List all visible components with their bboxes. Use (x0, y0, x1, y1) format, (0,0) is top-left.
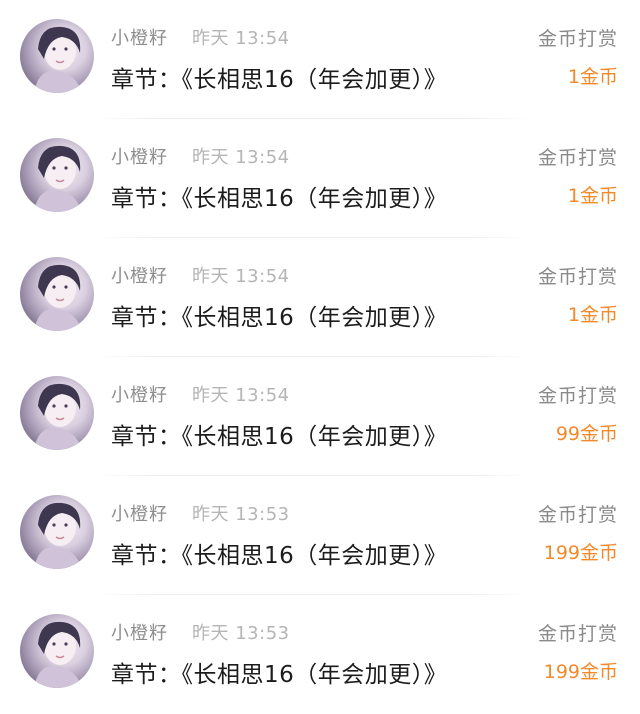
reward-time: 昨天 13:53 (192, 623, 290, 644)
user-avatar[interactable] (20, 614, 94, 688)
avatar-portrait-icon (34, 264, 82, 331)
reward-type: 金币打赏 (537, 147, 618, 169)
reward-type: 金币打赏 (537, 504, 618, 526)
reward-time: 昨天 13:54 (192, 266, 290, 287)
chapter-title: 章节：《长相思16（年会加更）》 (111, 543, 448, 569)
reward-amount: 199金币 (543, 542, 618, 564)
reward-amount: 1金币 (567, 304, 618, 326)
reward-record-row[interactable]: 小橙籽 昨天 13:54 章节：《长相思16（年会加更）》 金币打赏 1金币 (0, 0, 640, 119)
username[interactable]: 小橙籽 (111, 24, 168, 50)
reward-record-row[interactable]: 小橙籽 昨天 13:53 章节：《长相思16（年会加更）》 金币打赏 199金币 (0, 476, 640, 595)
reward-type: 金币打赏 (537, 28, 618, 50)
avatar-portrait-icon (34, 502, 82, 569)
reward-time: 昨天 13:54 (192, 28, 290, 49)
reward-type: 金币打赏 (537, 385, 618, 407)
reward-record-row[interactable]: 小橙籽 昨天 13:53 章节：《长相思16（年会加更）》 金币打赏 199金币 (0, 595, 640, 714)
username[interactable]: 小橙籽 (111, 619, 168, 645)
username[interactable]: 小橙籽 (111, 381, 168, 407)
reward-record-list: 小橙籽 昨天 13:54 章节：《长相思16（年会加更）》 金币打赏 1金币 小… (0, 0, 640, 705)
chapter-title: 章节：《长相思16（年会加更）》 (111, 67, 448, 93)
username[interactable]: 小橙籽 (111, 500, 168, 526)
user-avatar[interactable] (20, 257, 94, 331)
user-avatar[interactable] (20, 138, 94, 212)
reward-record-row[interactable]: 小橙籽 昨天 13:54 章节：《长相思16（年会加更）》 金币打赏 1金币 (0, 119, 640, 238)
username[interactable]: 小橙籽 (111, 262, 168, 288)
reward-record-row[interactable]: 小橙籽 昨天 13:54 章节：《长相思16（年会加更）》 金币打赏 99金币 (0, 357, 640, 476)
reward-record-row[interactable]: 小橙籽 昨天 13:54 章节：《长相思16（年会加更）》 金币打赏 1金币 (0, 238, 640, 357)
chapter-title: 章节：《长相思16（年会加更）》 (111, 662, 448, 688)
chapter-title: 章节：《长相思16（年会加更）》 (111, 424, 448, 450)
reward-time: 昨天 13:54 (192, 385, 290, 406)
reward-type: 金币打赏 (537, 266, 618, 288)
reward-amount: 1金币 (567, 185, 618, 207)
user-avatar[interactable] (20, 19, 94, 93)
reward-time: 昨天 13:53 (192, 504, 290, 525)
avatar-portrait-icon (34, 145, 82, 212)
chapter-title: 章节：《长相思16（年会加更）》 (111, 186, 448, 212)
user-avatar[interactable] (20, 376, 94, 450)
avatar-portrait-icon (34, 383, 82, 450)
username[interactable]: 小橙籽 (111, 143, 168, 169)
reward-type: 金币打赏 (537, 623, 618, 645)
reward-amount: 199金币 (543, 661, 618, 683)
reward-amount: 99金币 (555, 423, 618, 445)
avatar-portrait-icon (34, 621, 82, 688)
user-avatar[interactable] (20, 495, 94, 569)
reward-time: 昨天 13:54 (192, 147, 290, 168)
reward-amount: 1金币 (567, 66, 618, 88)
chapter-title: 章节：《长相思16（年会加更）》 (111, 305, 448, 331)
avatar-portrait-icon (34, 26, 82, 93)
